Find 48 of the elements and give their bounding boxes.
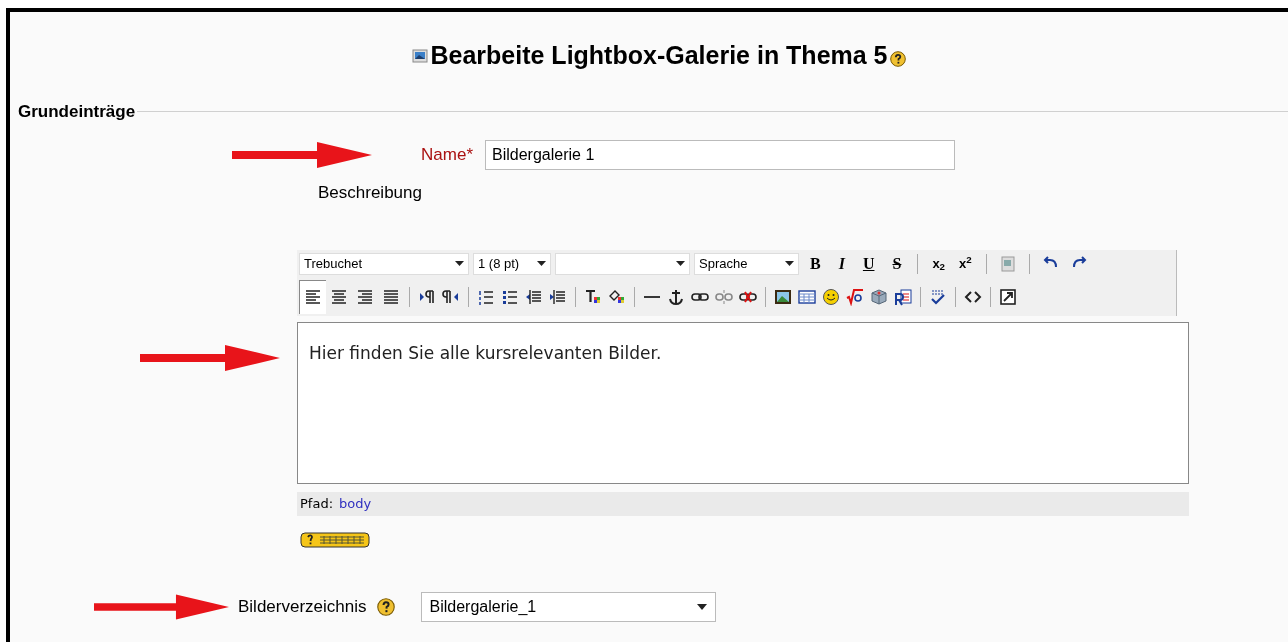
spellcheck-icon[interactable] — [929, 287, 947, 306]
description-label: Beschreibung — [318, 182, 423, 204]
text-editor-area[interactable]: Hier finden Sie alle kursrelevanten Bilder. — [297, 321, 1189, 484]
anchor-icon[interactable] — [667, 287, 685, 306]
bold-button[interactable]: B — [803, 255, 828, 272]
left-to-right-icon[interactable] — [418, 287, 436, 306]
square-root-icon[interactable] — [846, 287, 864, 306]
underline-button[interactable]: U — [855, 255, 882, 272]
image-icon[interactable] — [774, 287, 792, 306]
toolbar-select[interactable]: 1 (8 pt) — [473, 252, 551, 275]
superscript-button[interactable]: x$^{2}$ — [954, 257, 977, 270]
name-input[interactable]: Bildergalerie 1 — [485, 140, 955, 170]
dropdown-caret-icon — [785, 261, 794, 266]
dropdown-caret-icon — [537, 261, 546, 266]
name-label: Name* — [420, 144, 473, 167]
toolbar-select[interactable]: Sprache — [694, 252, 799, 275]
align-left-button[interactable] — [299, 279, 326, 314]
right-to-left-icon[interactable] — [442, 287, 460, 306]
text-color-icon[interactable] — [584, 287, 602, 306]
dropdown-caret-icon — [696, 603, 707, 610]
help-icon[interactable] — [376, 597, 395, 616]
justify-icon — [382, 287, 400, 306]
folder-select[interactable]: Bildergalerie_1 — [420, 591, 716, 622]
path-link[interactable]: body — [339, 493, 372, 514]
section-heading: Grundeinträge — [18, 100, 136, 123]
align-center-icon — [330, 287, 348, 306]
table-icon[interactable] — [798, 287, 816, 306]
fullscreen-icon[interactable] — [999, 287, 1017, 306]
indent-icon[interactable] — [549, 287, 567, 306]
italic-button[interactable]: I — [831, 255, 852, 272]
subscript-button[interactable]: x$_{2}$ — [927, 257, 951, 270]
help-icon[interactable] — [889, 50, 906, 67]
gallery-icon — [412, 47, 429, 64]
unlink-icon[interactable] — [715, 287, 733, 306]
outdent-icon[interactable] — [525, 287, 543, 306]
align-right-icon — [356, 287, 374, 306]
cube-icon[interactable] — [870, 287, 888, 306]
page-title: Bearbeite Lightbox-Galerie in Thema 5 — [430, 40, 888, 71]
document-icon[interactable] — [894, 287, 912, 306]
smiley-icon[interactable] — [822, 287, 840, 306]
folder-label: Bilderverzeichnis — [238, 595, 367, 618]
align-left-icon — [304, 288, 322, 306]
dropdown-caret-icon — [455, 261, 464, 266]
strikethrough-button[interactable]: S — [885, 255, 909, 272]
keyboard-help-icon[interactable] — [300, 531, 370, 548]
toolbar-select[interactable]: Trebuchet — [299, 252, 469, 275]
dropdown-caret-icon — [676, 261, 685, 266]
path-label: Pfad: — [300, 494, 333, 513]
